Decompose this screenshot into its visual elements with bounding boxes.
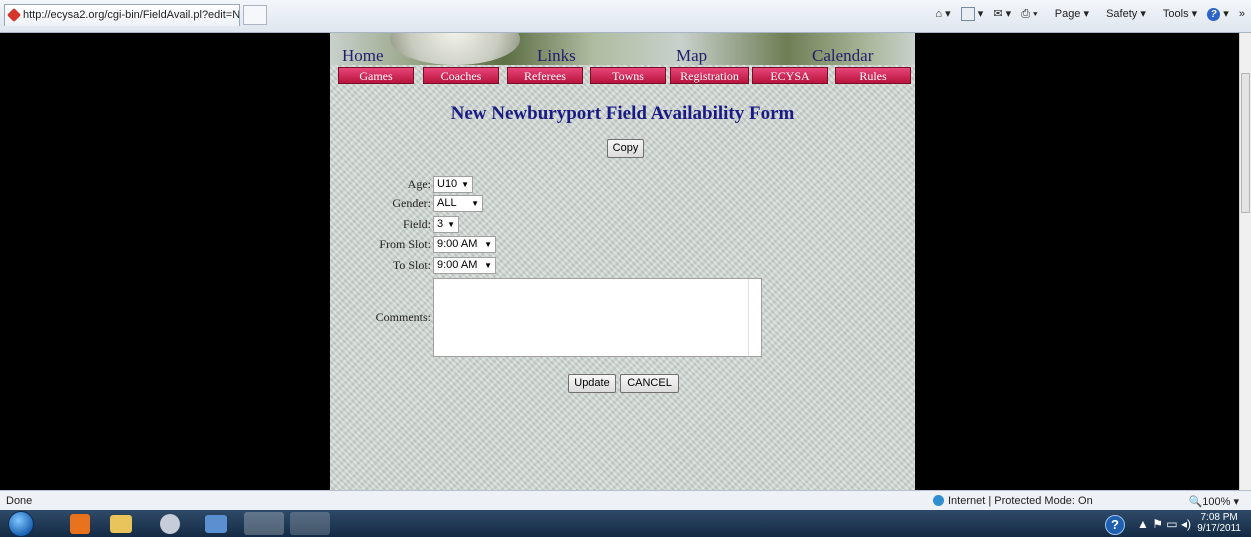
nav-links-link[interactable]: Links <box>537 46 576 66</box>
zoom-level[interactable]: 🔍100% ▾ <box>1189 495 1239 508</box>
clock[interactable]: 7:08 PM 9/17/2011 <box>1197 512 1241 534</box>
textarea-scrollbar[interactable] <box>748 279 761 356</box>
from-slot-select[interactable]: 9:00 AM ▼ <box>433 236 496 253</box>
site-favicon-icon <box>6 7 22 23</box>
nav-ecysa-button[interactable]: ECYSA <box>752 67 828 84</box>
browser-tab[interactable]: http://ecysa2.org/cgi-bin/FieldAvail.pl?… <box>4 4 240 26</box>
page-menu[interactable]: Page ▾ <box>1048 8 1089 20</box>
safety-menu[interactable]: Safety ▾ <box>1099 8 1146 20</box>
chevron-down-icon: ▼ <box>484 240 492 249</box>
comments-label: Comments: <box>375 310 431 324</box>
nav-referees-button[interactable]: Referees <box>507 67 583 84</box>
checkmark-icon[interactable] <box>205 515 227 533</box>
taskbar: ? ▲ ⚑ ▭ ◂) 7:08 PM 9/17/2011 <box>0 510 1251 537</box>
field-select[interactable]: 3 ▼ <box>433 216 459 233</box>
media-player-icon[interactable] <box>70 514 90 534</box>
tools-menu[interactable]: Tools ▾ <box>1156 8 1197 20</box>
to-slot-label: To Slot: <box>392 258 431 272</box>
security-zone[interactable]: Internet | Protected Mode: On <box>948 495 1093 507</box>
folder-icon[interactable] <box>110 515 132 533</box>
help-icon[interactable]: ? <box>1105 515 1125 535</box>
from-slot-label: From Slot: <box>379 237 431 251</box>
cancel-button[interactable]: CANCEL <box>620 374 679 393</box>
chevron-down-icon: ▼ <box>447 220 455 229</box>
new-tab-button[interactable] <box>243 5 267 25</box>
chevron-right-icon[interactable]: » <box>1239 8 1245 20</box>
nav-games-button[interactable]: Games <box>338 67 414 84</box>
print-icon[interactable]: ⎙ ▾ <box>1021 8 1037 20</box>
comments-textarea[interactable] <box>433 278 762 357</box>
help-icon[interactable]: ? ▾ <box>1207 7 1229 21</box>
nav-coaches-button[interactable]: Coaches <box>423 67 499 84</box>
tab-title: http://ecysa2.org/cgi-bin/FieldAvail.pl?… <box>23 9 240 21</box>
chevron-down-icon: ▼ <box>471 199 479 208</box>
nav-towns-button[interactable]: Towns <box>590 67 666 84</box>
gender-select[interactable]: ALL ▼ <box>433 195 483 212</box>
nav-map-link[interactable]: Map <box>676 46 707 66</box>
feeds-icon[interactable]: ▾ <box>960 7 983 22</box>
globe-icon <box>933 495 944 506</box>
page-scrollbar[interactable] <box>1239 33 1251 490</box>
gender-label: Gender: <box>392 196 431 210</box>
scrollbar-thumb[interactable] <box>1241 73 1250 213</box>
status-text: Done <box>6 495 33 507</box>
field-label: Field: <box>402 217 431 231</box>
page-title: New Newburyport Field Availability Form <box>450 103 795 124</box>
command-bar: ⌂ ▾ ▾ ✉ ▾ ⎙ ▾ Page ▾ Safety ▾ Tools ▾ ? … <box>928 7 1245 22</box>
nav-calendar-link[interactable]: Calendar <box>812 46 873 66</box>
home-icon[interactable]: ⌂ ▾ <box>935 8 950 20</box>
age-select[interactable]: U10 ▼ <box>433 176 473 193</box>
age-label: Age: <box>407 177 431 191</box>
status-bar: Done Internet | Protected Mode: On 🔍100%… <box>0 490 1251 510</box>
to-slot-select[interactable]: 9:00 AM ▼ <box>433 257 496 274</box>
nav-registration-button[interactable]: Registration <box>670 67 749 84</box>
copy-button[interactable]: Copy <box>607 139 644 158</box>
hp-icon[interactable] <box>160 514 180 534</box>
soccer-ball-image <box>390 33 520 65</box>
nav-rules-button[interactable]: Rules <box>835 67 911 84</box>
nav-home-link[interactable]: Home <box>342 46 384 66</box>
start-button[interactable] <box>8 511 34 537</box>
browser-top-bar: http://ecysa2.org/cgi-bin/FieldAvail.pl?… <box>0 0 1251 33</box>
ie-taskbar-button[interactable] <box>244 512 284 535</box>
page-content: Home Links Map Calendar Games Coaches Re… <box>330 33 915 490</box>
update-button[interactable]: Update <box>568 374 616 393</box>
chevron-down-icon: ▼ <box>461 180 469 189</box>
mail-icon[interactable]: ✉ ▾ <box>993 8 1011 20</box>
system-tray: ? ▲ ⚑ ▭ ◂) <box>1105 515 1191 535</box>
chevron-down-icon: ▼ <box>484 261 492 270</box>
word-taskbar-button[interactable] <box>290 512 330 535</box>
